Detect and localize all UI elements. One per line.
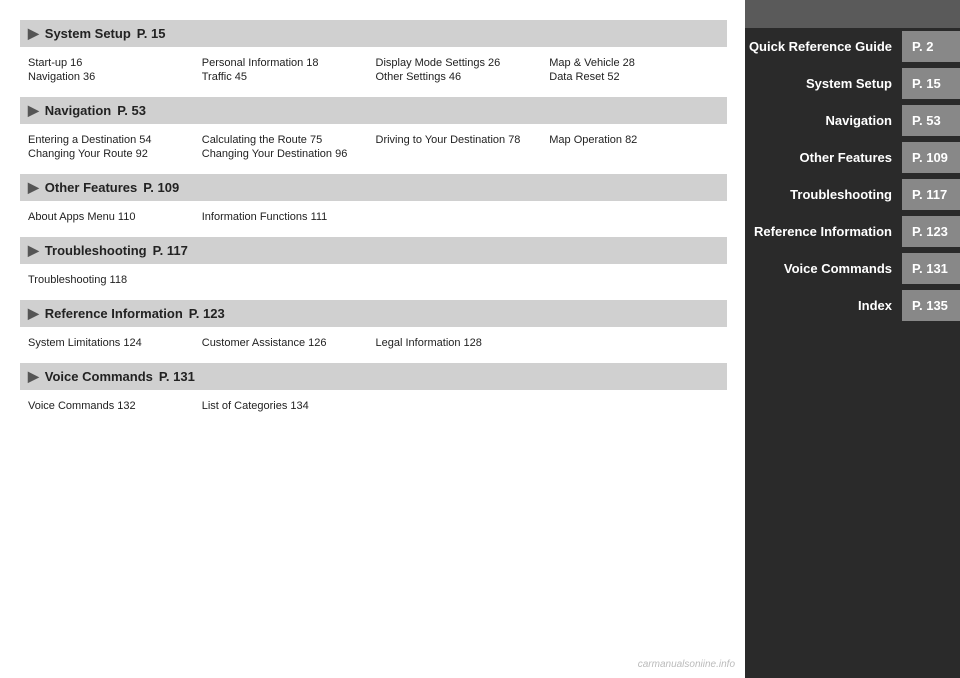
sidebar-item-label: Reference Information <box>745 216 902 247</box>
sidebar-item-other-features[interactable]: Other FeaturesP. 109 <box>745 142 960 173</box>
sidebar-item-label: Voice Commands <box>745 253 902 284</box>
section-other-features: ▶ Other Features P. 109 About Apps Menu 110… <box>20 174 727 233</box>
section-item: Traffic 45 <box>202 71 372 83</box>
sidebar-item-navigation[interactable]: NavigationP. 53 <box>745 105 960 136</box>
arrow-icon: ▶ <box>28 368 39 385</box>
sidebar: Quick Reference GuideP. 2System SetupP. … <box>745 0 960 678</box>
section-title: Reference Information <box>45 306 183 321</box>
sidebar-item-system-setup[interactable]: System SetupP. 15 <box>745 68 960 99</box>
section-page-ref: P. 53 <box>117 103 146 118</box>
section-item: Changing Your Destination 96 <box>202 148 372 160</box>
section-reference-information: ▶ Reference Information P. 123 System Limit… <box>20 300 727 359</box>
sidebar-item-page: P. 53 <box>902 105 960 136</box>
section-item: Display Mode Settings 26 <box>376 57 546 69</box>
section-page-ref: P. 117 <box>153 243 188 258</box>
section-item: System Limitations 124 <box>28 337 198 349</box>
sidebar-item-label: Index <box>745 290 902 321</box>
section-body-troubleshooting: Troubleshooting 118 <box>20 270 727 296</box>
arrow-icon: ▶ <box>28 25 39 42</box>
section-title: Voice Commands <box>45 369 153 384</box>
section-item: Data Reset 52 <box>549 71 719 83</box>
section-body-reference-information: System Limitations 124 Customer Assistanc… <box>20 333 727 359</box>
section-navigation: ▶ Navigation P. 53 Entering a Destination 5… <box>20 97 727 170</box>
section-body-voice-commands: Voice Commands 132 List of Categories 134 <box>20 396 727 422</box>
section-body-navigation: Entering a Destination 54 Calculating the… <box>20 130 727 170</box>
sidebar-item-troubleshooting[interactable]: TroubleshootingP. 117 <box>745 179 960 210</box>
section-page-ref: P. 15 <box>137 26 166 41</box>
sidebar-item-voice-commands[interactable]: Voice CommandsP. 131 <box>745 253 960 284</box>
section-troubleshooting: ▶ Troubleshooting P. 117 Troubleshooting 11… <box>20 237 727 296</box>
section-header-reference-information: ▶ Reference Information P. 123 <box>20 300 727 327</box>
section-item: List of Categories 134 <box>202 400 372 412</box>
sidebar-item-index[interactable]: IndexP. 135 <box>745 290 960 321</box>
sidebar-item-page: P. 109 <box>902 142 960 173</box>
main-content: ▶ System Setup P. 15 Start-up 16 Personal In… <box>0 0 745 678</box>
arrow-icon: ▶ <box>28 179 39 196</box>
sidebar-item-label: Troubleshooting <box>745 179 902 210</box>
arrow-icon: ▶ <box>28 305 39 322</box>
arrow-icon: ▶ <box>28 242 39 259</box>
section-item: Start-up 16 <box>28 57 198 69</box>
sidebar-item-page: P. 2 <box>902 31 960 62</box>
section-item <box>549 148 719 160</box>
section-body-other-features: About Apps Menu 110 Information Functions… <box>20 207 727 233</box>
section-title: Troubleshooting <box>45 243 147 258</box>
section-item: Customer Assistance 126 <box>202 337 372 349</box>
sidebar-item-page: P. 131 <box>902 253 960 284</box>
sidebar-item-reference-information[interactable]: Reference InformationP. 123 <box>745 216 960 247</box>
section-item: Troubleshooting 118 <box>28 274 198 286</box>
section-header-voice-commands: ▶ Voice Commands P. 131 <box>20 363 727 390</box>
section-item: Map & Vehicle 28 <box>549 57 719 69</box>
section-title: System Setup <box>45 26 131 41</box>
section-item: Entering a Destination 54 <box>28 134 198 146</box>
section-header-other-features: ▶ Other Features P. 109 <box>20 174 727 201</box>
section-title: Navigation <box>45 103 111 118</box>
section-item: Driving to Your Destination 78 <box>376 134 546 146</box>
sidebar-item-page: P. 117 <box>902 179 960 210</box>
section-item: Map Operation 82 <box>549 134 719 146</box>
section-item: Legal Information 128 <box>376 337 546 349</box>
section-page-ref: P. 109 <box>143 180 179 195</box>
sidebar-item-page: P. 135 <box>902 290 960 321</box>
section-item: Changing Your Route 92 <box>28 148 198 160</box>
sidebar-item-label: Navigation <box>745 105 902 136</box>
sidebar-item-label: Other Features <box>745 142 902 173</box>
section-voice-commands: ▶ Voice Commands P. 131 Voice Commands 132 L… <box>20 363 727 422</box>
section-item: Calculating the Route 75 <box>202 134 372 146</box>
section-body-system-setup: Start-up 16 Personal Information 18 Displa… <box>20 53 727 93</box>
section-item: About Apps Menu 110 <box>28 211 198 223</box>
section-item: Voice Commands 132 <box>28 400 198 412</box>
section-header-troubleshooting: ▶ Troubleshooting P. 117 <box>20 237 727 264</box>
section-item: Information Functions 111 <box>202 211 372 223</box>
section-item: Personal Information 18 <box>202 57 372 69</box>
section-item <box>376 148 546 160</box>
sidebar-title <box>745 0 960 28</box>
sidebar-item-page: P. 15 <box>902 68 960 99</box>
section-page-ref: P. 123 <box>189 306 225 321</box>
section-header-navigation: ▶ Navigation P. 53 <box>20 97 727 124</box>
sidebar-item-page: P. 123 <box>902 216 960 247</box>
section-item: Navigation 36 <box>28 71 198 83</box>
section-system-setup: ▶ System Setup P. 15 Start-up 16 Personal In… <box>20 20 727 93</box>
watermark: carmanualsoniine.info <box>638 659 735 670</box>
sidebar-item-quick-reference-guide[interactable]: Quick Reference GuideP. 2 <box>745 31 960 62</box>
section-header-system-setup: ▶ System Setup P. 15 <box>20 20 727 47</box>
section-item: Other Settings 46 <box>376 71 546 83</box>
arrow-icon: ▶ <box>28 102 39 119</box>
section-page-ref: P. 131 <box>159 369 195 384</box>
sidebar-item-label: Quick Reference Guide <box>745 31 902 62</box>
section-title: Other Features <box>45 180 137 195</box>
sidebar-item-label: System Setup <box>745 68 902 99</box>
